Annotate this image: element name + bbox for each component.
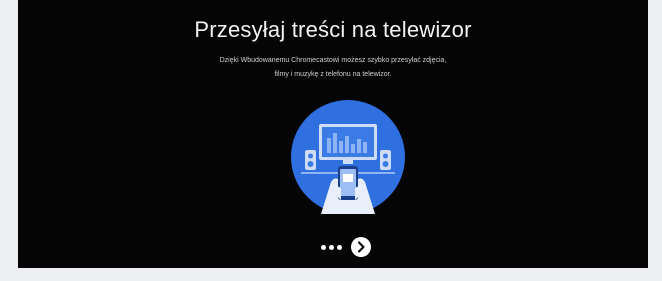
cast-illustration [291, 100, 405, 214]
description: Dzięki Wbudowanemu Chromecastowi możesz … [168, 54, 498, 82]
page-title: Przesyłaj treści na telewizor [194, 17, 472, 42]
chevron-right-icon [357, 241, 365, 253]
description-line-2: filmy i muzykę z telefonu na telewizor. [274, 71, 392, 78]
page-indicator [318, 237, 378, 257]
tv-icon [319, 124, 377, 164]
description-line-1: Dzięki Wbudowanemu Chromecastowi możesz … [219, 57, 447, 64]
pager-dot [329, 245, 334, 250]
pager-dot [337, 245, 342, 250]
tv-screen: Przesyłaj treści na telewizor Dzięki Wbu… [18, 0, 648, 268]
next-button[interactable] [351, 237, 371, 257]
page-background: Przesyłaj treści na telewizor Dzięki Wbu… [0, 0, 662, 281]
pager-dot [321, 245, 326, 250]
speaker-left-icon [305, 150, 316, 170]
speaker-right-icon [380, 150, 391, 170]
